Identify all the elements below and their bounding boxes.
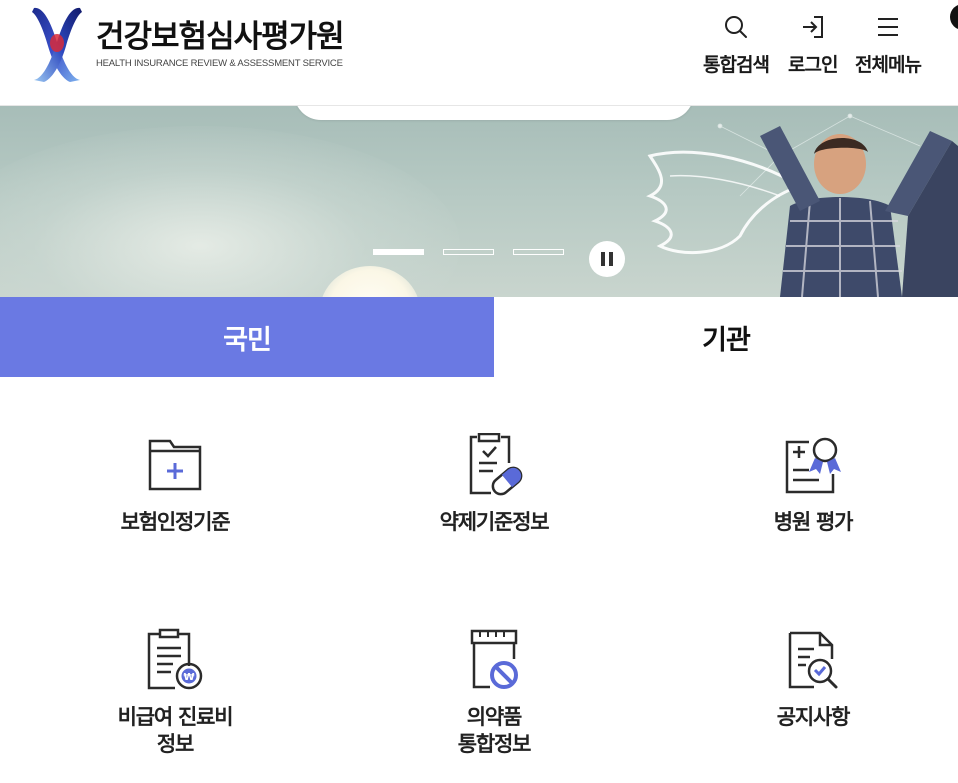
tab-institution[interactable]: 기관 bbox=[494, 297, 958, 377]
carousel-dot-2[interactable] bbox=[443, 249, 494, 255]
all-menu-button[interactable]: 전체메뉴 bbox=[855, 12, 922, 77]
menu-non-covered-fees[interactable]: ₩ 비급여 진료비 정보 bbox=[55, 628, 295, 758]
menu-drug-criteria[interactable]: 약제기준정보 bbox=[374, 433, 614, 536]
tab-citizen[interactable]: 국민 bbox=[0, 297, 494, 377]
menu-label: 보험인정기준 bbox=[120, 510, 231, 534]
clipboard-pill-icon bbox=[469, 433, 523, 496]
floating-action-button[interactable] bbox=[950, 4, 958, 30]
pharmacy-ban-icon bbox=[470, 629, 518, 689]
menu-pharmaceutical-info[interactable]: 의약품 통합정보 bbox=[374, 628, 614, 758]
menu-label: 공지사항 bbox=[776, 705, 851, 729]
banner-search-bar[interactable] bbox=[294, 106, 694, 120]
carousel-indicators bbox=[373, 249, 583, 255]
document-won-icon: ₩ bbox=[147, 628, 203, 690]
carousel-dot-3[interactable] bbox=[513, 249, 564, 255]
site-header: 건강보험심사평가원 HEALTH INSURANCE REVIEW & ASSE… bbox=[0, 0, 958, 106]
search-label: 통합검색 bbox=[703, 54, 770, 76]
hamburger-menu-icon bbox=[877, 18, 898, 36]
document-search-icon bbox=[788, 631, 838, 689]
login-icon bbox=[802, 16, 823, 38]
menu-label: 비급여 진료비 정보 bbox=[117, 705, 234, 756]
svg-text:₩: ₩ bbox=[183, 672, 194, 683]
carousel-dot-1[interactable] bbox=[373, 249, 424, 255]
audience-tabs: 국민 기관 bbox=[0, 297, 958, 377]
menu-label: 병원 평가 bbox=[773, 510, 854, 534]
logo-name-english: HEALTH INSURANCE REVIEW & ASSESSMENT SER… bbox=[96, 58, 343, 69]
search-icon bbox=[724, 16, 747, 38]
menu-label: 약제기준정보 bbox=[439, 510, 550, 534]
hero-banner bbox=[0, 106, 958, 297]
login-button[interactable]: 로그인 bbox=[788, 12, 838, 77]
clipboard-medal-icon bbox=[785, 437, 841, 494]
folder-plus-icon bbox=[148, 439, 202, 491]
pause-icon bbox=[601, 252, 605, 266]
banner-person-image bbox=[646, 113, 958, 297]
site-logo[interactable]: 건강보험심사평가원 HEALTH INSURANCE REVIEW & ASSE… bbox=[30, 6, 345, 82]
menu-insurance-criteria[interactable]: 보험인정기준 bbox=[55, 433, 295, 536]
logo-name-korean: 건강보험심사평가원 bbox=[96, 19, 345, 55]
login-label: 로그인 bbox=[788, 54, 838, 76]
menu-label: 전체메뉴 bbox=[855, 54, 922, 76]
hira-logo-icon bbox=[32, 7, 82, 82]
carousel-pause-button[interactable] bbox=[589, 241, 625, 277]
menu-notices[interactable]: 공지사항 bbox=[693, 628, 933, 731]
integrated-search-button[interactable]: 통합검색 bbox=[703, 12, 770, 77]
menu-hospital-evaluation[interactable]: 병원 평가 bbox=[693, 433, 933, 536]
menu-label: 의약품 통합정보 bbox=[457, 705, 532, 756]
